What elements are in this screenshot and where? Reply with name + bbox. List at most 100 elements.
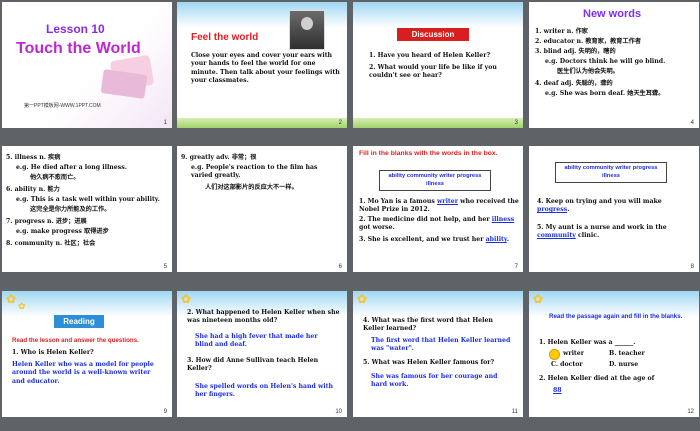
slide-body: Close your eyes and cover your ears with… xyxy=(191,52,340,85)
instruction: Read the lesson and answer the questions… xyxy=(12,337,139,344)
example-translation: 人们对这部影片的反应大不一样。 xyxy=(205,184,298,191)
flower-icon: ✿ xyxy=(181,292,192,306)
question-1: 1. Have you heard of Helen Keller? xyxy=(369,52,491,59)
slide-number: 12 xyxy=(687,409,694,415)
vocab-line: 5. illness n. 疾病 xyxy=(6,154,61,161)
lesson-label: Lesson 10 xyxy=(46,22,105,36)
answer-blank: 88 xyxy=(553,387,562,394)
option-a: writer xyxy=(563,350,584,357)
slide-number: 11 xyxy=(511,409,518,415)
helen-photo xyxy=(289,10,325,50)
watermark-text: 第一PPT模板网-WWW.1PPT.COM xyxy=(24,103,101,109)
example-line: e.g. He died after a long illness. xyxy=(16,164,127,171)
slide-6[interactable]: 9. greatly adv. 非常；很 e.g. People's react… xyxy=(177,146,347,272)
answer-blank: progress xyxy=(537,206,568,214)
sentence-1: 1. Mo Yan is a famous writer who receive… xyxy=(359,198,519,215)
sentence-text: 2. The medicine did not help, and her xyxy=(359,216,490,223)
lesson-title: Touch the World xyxy=(16,40,141,57)
slide-12[interactable]: ✿ Read the passage again and fill in the… xyxy=(529,291,699,417)
slide-2[interactable]: Feel the world Close your eyes and cover… xyxy=(177,2,347,128)
flower-icon: ✿ xyxy=(6,292,17,306)
slide-4[interactable]: New words 1. writer n. 作家 2. educator n.… xyxy=(529,2,699,128)
question-5: 5. What was Helen Keller famous for? xyxy=(363,359,495,366)
sentence-5: 5. My aunt is a nurse and work in the co… xyxy=(537,224,695,241)
option-b: B. teacher xyxy=(609,350,645,357)
slide-3[interactable]: Discussion 1. Have you heard of Helen Ke… xyxy=(353,2,523,128)
example-translation: 这完全是你力所能及的工作。 xyxy=(30,206,111,213)
answer-5: She was famous for her courage and hard … xyxy=(371,373,498,389)
slide-number: 9 xyxy=(163,409,167,415)
slide-number: 4 xyxy=(690,120,694,126)
question-2: 2. Helen Keller died at the age of xyxy=(539,375,655,382)
slide-1[interactable]: Lesson 10 Touch the World 第一PPT模板网-WWW.1… xyxy=(2,2,172,128)
sentence-2: 2. The medicine did not help, and her il… xyxy=(359,216,519,233)
slide-title: Feel the world xyxy=(191,32,259,43)
flower-icon: ✿ xyxy=(18,302,26,312)
decoration-image xyxy=(100,54,162,99)
answer-blank: illness xyxy=(491,216,515,223)
sentence-text: 3. She is excellent, and we trust her xyxy=(359,236,484,243)
answer-2: She had a high fever that made her blind… xyxy=(195,333,318,349)
vocab-line: 4. deaf adj. 失聪的，聋的 xyxy=(535,80,613,87)
sentence-text: 4. Keep on trying and you will make xyxy=(537,198,662,205)
slide-number: 7 xyxy=(514,264,518,270)
reading-label: Reading xyxy=(54,315,104,328)
slide-8[interactable]: ability community writer progress illnes… xyxy=(529,146,699,272)
slide-number: 3 xyxy=(514,120,518,126)
slide-11[interactable]: ✿ 4. What was the first word that Helen … xyxy=(353,291,523,417)
question-2: 2. What would your life be like if you c… xyxy=(369,64,497,80)
slide-9[interactable]: ✿ ✿ Reading Read the lesson and answer t… xyxy=(2,291,172,417)
slide-number: 1 xyxy=(163,120,167,126)
example-line: e.g. People's reaction to the film has v… xyxy=(191,164,318,180)
vocab-line: 2. educator n. 教育家，教育工作者 xyxy=(535,38,642,45)
flower-icon: ✿ xyxy=(533,292,544,306)
question-4: 4. What was the first word that Helen Ke… xyxy=(363,317,493,333)
answer-blank: writer xyxy=(436,198,458,205)
sky-background xyxy=(353,291,523,317)
example-translation: 医生们认为他会失明。 xyxy=(557,68,619,75)
slide-number: 10 xyxy=(335,409,342,415)
vocab-line: 1. writer n. 作家 xyxy=(535,28,588,35)
word-box: ability community writer progress illnes… xyxy=(379,170,491,191)
sentence-4: 4. Keep on trying and you will make prog… xyxy=(537,198,662,214)
question-2: 2. What happened to Helen Keller when sh… xyxy=(187,309,340,325)
sentence-text: 1. Mo Yan is a famous xyxy=(359,198,435,205)
answer-3: She spelled words on Helen's hand with h… xyxy=(195,383,334,399)
answer-1: Helen Keller who was a model for people … xyxy=(12,361,154,385)
grass-decoration xyxy=(353,118,523,128)
instruction: Read the passage again and fill in the b… xyxy=(549,313,683,320)
option-c: C. doctor xyxy=(551,361,583,368)
answer-4: The first word that Helen Keller learned… xyxy=(371,337,511,353)
vocab-line: 3. blind adj. 失明的，瞎的 xyxy=(535,48,616,55)
vocab-line: 9. greatly adv. 非常；很 xyxy=(181,154,257,161)
grass-decoration xyxy=(177,118,347,128)
example-line: e.g. Doctors think he will go blind. xyxy=(545,58,666,65)
word-box: ability community writer progress illnes… xyxy=(555,162,667,183)
sentence-text: got worse. xyxy=(359,224,395,232)
slide-7[interactable]: Fill in the blanks with the words in the… xyxy=(353,146,523,272)
sentence-text: clinic. xyxy=(577,232,600,240)
option-d: D. nurse xyxy=(609,361,639,368)
vocab-line: 7. progress n. 进步；进展 xyxy=(6,218,87,225)
instruction: Fill in the blanks with the words in the… xyxy=(359,150,498,157)
sky-background xyxy=(353,2,523,28)
question-1: 1. Helen Keller was a ______. xyxy=(539,339,636,346)
smiley-icon xyxy=(549,349,560,360)
sentence-3: 3. She is excellent, and we trust her ab… xyxy=(359,236,509,243)
vocab-line: 8. community n. 社区；社会 xyxy=(6,240,96,247)
vocab-line: 6. ability n. 能力 xyxy=(6,186,60,193)
slide-5[interactable]: 5. illness n. 疾病 e.g. He died after a lo… xyxy=(2,146,172,272)
example-translation: 他久病不愈而亡。 xyxy=(30,174,80,181)
sentence-text: 5. My aunt is a nurse and work in the xyxy=(537,224,667,231)
new-words-title: New words xyxy=(583,8,642,20)
slide-number: 5 xyxy=(163,264,167,270)
example-line: e.g. This is a task well within your abi… xyxy=(16,196,160,203)
discussion-label: Discussion xyxy=(397,28,469,41)
answer-blank: ability xyxy=(485,236,507,243)
slide-number: 8 xyxy=(690,264,694,270)
question-1: 1. Who is Helen Keller? xyxy=(12,349,94,356)
slide-10[interactable]: ✿ 2. What happened to Helen Keller when … xyxy=(177,291,347,417)
question-3: 3. How did Anne Sullivan teach Helen Kel… xyxy=(187,357,319,373)
example-line: e.g. She was born deaf. 她天生耳聋。 xyxy=(545,90,665,97)
sky-background xyxy=(2,291,172,317)
